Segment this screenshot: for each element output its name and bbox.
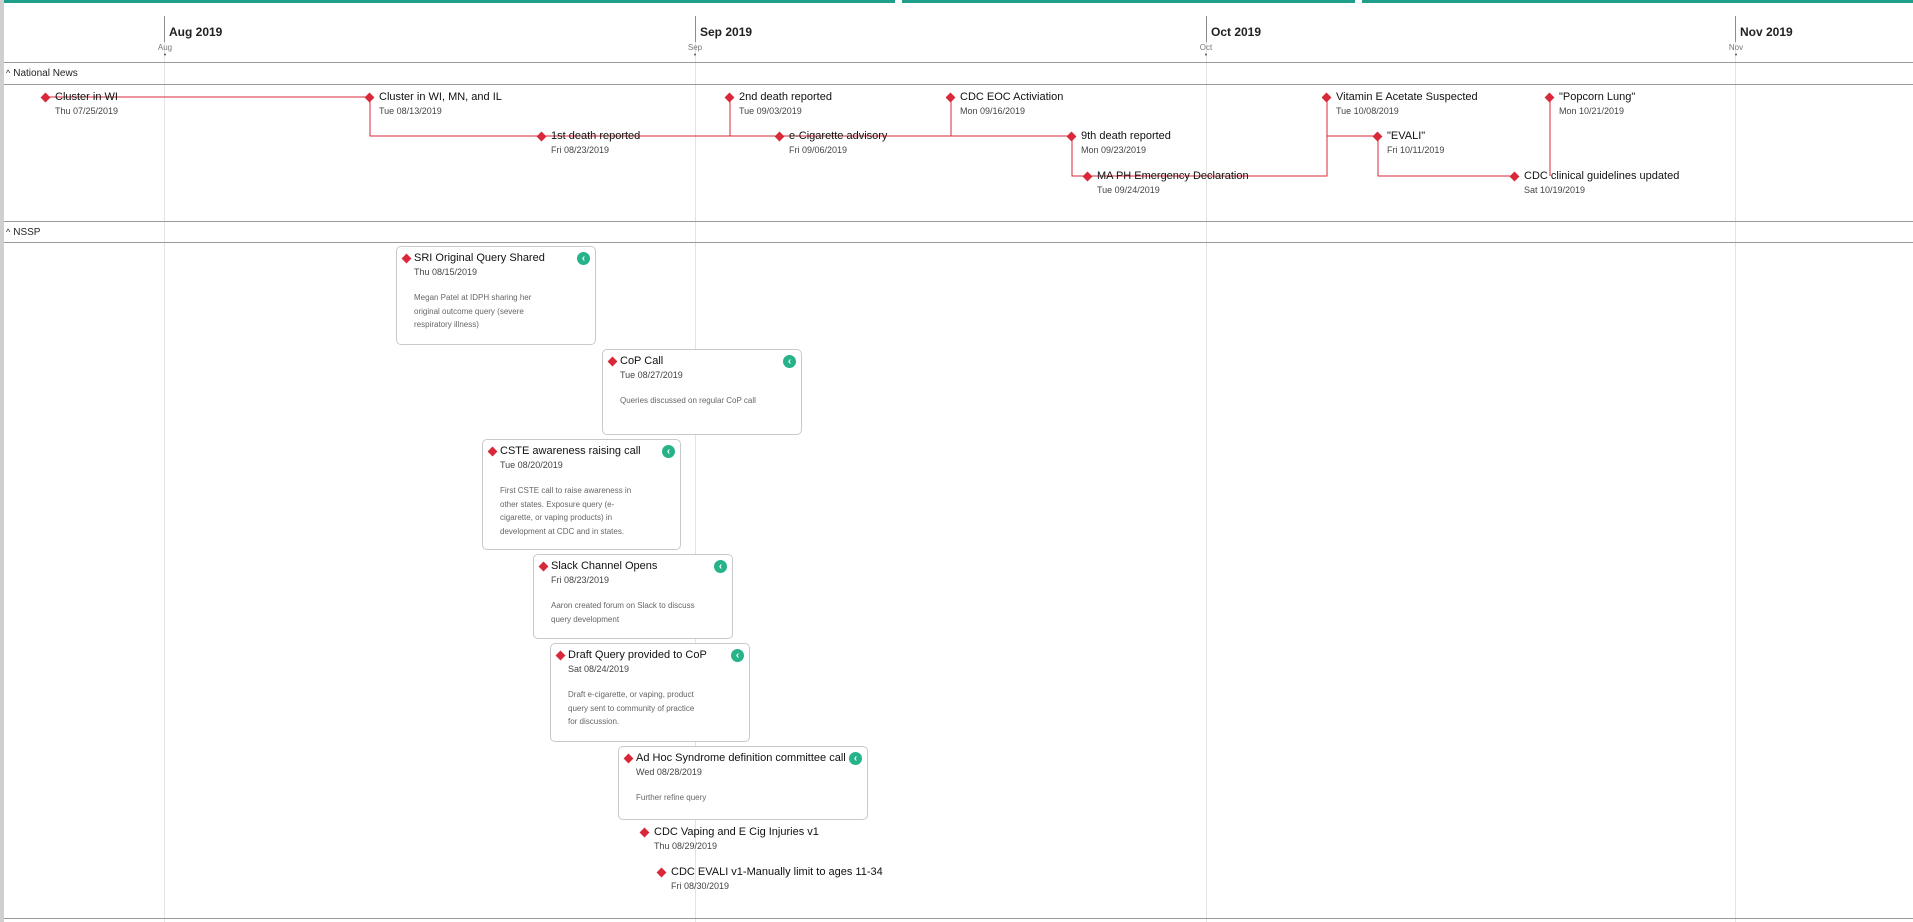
card-description: Aaron created forum on Slack to discuss … [551,601,695,624]
event-title: Cluster in WI [55,91,118,103]
event-title: "EVALI" [1387,130,1426,142]
event-title: Cluster in WI, MN, and IL [379,91,502,103]
event-title: e-Cigarette advisory [789,130,888,142]
event-date: Thu 07/25/2019 [55,106,119,116]
event-card[interactable]: CSTE awareness raising call Tue 08/20/20… [482,439,681,550]
event-date: Tue 09/03/2019 [739,106,802,116]
card-title: Draft Query provided to CoP [568,649,707,661]
card-date: Wed 08/28/2019 [636,767,702,777]
event-card[interactable]: Ad Hoc Syndrome definition committee cal… [618,746,868,820]
card-date: Thu 08/15/2019 [414,267,478,277]
card-date: Tue 08/27/2019 [620,370,683,380]
event-date: Fri 08/30/2019 [671,881,730,891]
link-badge-icon[interactable]: ‹ [577,252,590,265]
event-date: Mon 09/23/2019 [1081,145,1147,155]
caret-up-icon[interactable]: ^ [6,227,10,237]
card-description: First CSTE call to raise awareness in ot… [500,486,632,536]
link-badge-icon[interactable]: ‹ [849,752,862,765]
event-date: Tue 10/08/2019 [1336,106,1399,116]
event-date: Tue 09/24/2019 [1097,185,1160,195]
event-title: CDC EVALI v1-Manually limit to ages 11-3… [671,866,883,878]
link-badge-icon[interactable]: ‹ [662,445,675,458]
card-date: Sat 08/24/2019 [568,664,630,674]
event-title: 2nd death reported [739,91,832,103]
card-title: Slack Channel Opens [551,560,658,572]
event-date: Fri 08/23/2019 [551,145,610,155]
event-date: Tue 08/13/2019 [379,106,442,116]
event-title: CDC clinical guidelines updated [1524,170,1680,182]
event-title: MA PH Emergency Declaration [1097,170,1249,182]
event-connectors [46,96,1551,177]
diamond-marker-icon [401,253,412,264]
diamond-marker-icon [555,650,566,661]
card-date: Tue 08/20/2019 [500,460,563,470]
event-date: Fri 09/06/2019 [789,145,848,155]
card-title: CSTE awareness raising call [500,445,641,457]
link-badge-icon[interactable]: ‹ [714,560,727,573]
diamond-marker-icon [607,356,618,367]
event-card[interactable]: Slack Channel Opens Fri 08/23/2019 Aaron… [533,554,733,639]
event-title: 1st death reported [551,130,641,142]
card-date: Fri 08/23/2019 [551,575,610,585]
event-card[interactable]: CoP Call Tue 08/27/2019 Queries discusse… [602,349,802,435]
card-description: Megan Patel at IDPH sharing her original… [414,293,532,329]
section-divider [4,242,1913,243]
event-date: Fri 10/11/2019 [1387,145,1445,155]
link-badge-icon[interactable]: ‹ [783,355,796,368]
timeline-app: Aug 2019 Sep 2019 Oct 2019 Nov 2019 Aug … [0,0,1913,922]
event-title: CDC EOC Activiation [960,91,1064,103]
section-divider [4,221,1913,222]
event-date: Thu 08/29/2019 [654,841,718,851]
card-title: CoP Call [620,355,664,367]
event-title: "Popcorn Lung" [1559,91,1636,103]
event-date: Mon 09/16/2019 [960,106,1026,116]
event-date: Sat 10/19/2019 [1524,185,1586,195]
card-title: Ad Hoc Syndrome definition committee cal… [636,752,846,764]
event-title: Vitamin E Acetate Suspected [1336,91,1478,103]
card-description: Draft e-cigarette, or vaping, product qu… [568,690,695,726]
link-badge-icon[interactable]: ‹ [731,649,744,662]
event-date: Mon 10/21/2019 [1559,106,1625,116]
card-description: Queries discussed on regular CoP call [620,396,756,405]
event-card[interactable]: Draft Query provided to CoP Sat 08/24/20… [550,643,750,742]
diamond-marker-icon [538,561,549,572]
event-card[interactable]: SRI Original Query Shared Thu 08/15/2019… [396,246,596,345]
card-title: SRI Original Query Shared [414,252,545,264]
event-title: CDC Vaping and E Cig Injuries v1 [654,826,819,838]
event-title: 9th death reported [1081,130,1171,142]
section-title: NSSP [13,227,41,238]
diamond-marker-icon [623,753,634,764]
section-header-nssp[interactable]: ^ NSSP [6,224,40,240]
diamond-marker-icon [487,446,498,457]
card-description: Further refine query [636,793,707,802]
bottom-divider [4,918,1913,919]
